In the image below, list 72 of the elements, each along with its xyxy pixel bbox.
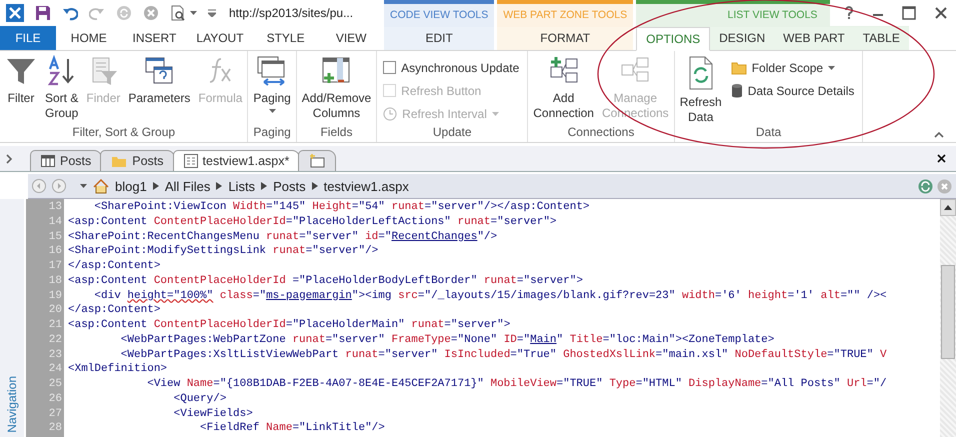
code-line: <SharePoint:RecentChangesMenu runat="server" id="RecentChanges"/> — [67, 230, 498, 244]
code-line: <SharePoint:ViewIcon Width="145" Height="54" runat="server"/></asp:Content> — [93, 201, 591, 215]
code-line: <View Name="{108B1DAB-F2EB-4A07-8E4E-E45CEF2A7171}" MobileView="TRUE" Type="HTML" DisplayName="All Posts" Url="/ — [146, 378, 888, 392]
ribbon-tab[interactable]: EDIT — [384, 26, 494, 50]
breadcrumb-item[interactable]: Lists — [228, 178, 256, 194]
line-number: 19 — [48, 290, 63, 304]
ribbon-tab[interactable]: WEB PART — [774, 26, 854, 50]
group-label: Data — [754, 125, 782, 141]
ribbon-button[interactable]: Add Connection — [530, 55, 597, 125]
code-line: <ViewFields> — [172, 408, 254, 422]
ribbon-tab[interactable]: DESIGN — [710, 26, 774, 50]
breadcrumb-item[interactable]: Posts — [273, 178, 306, 194]
ribbon-button[interactable]: Paging — [250, 55, 294, 125]
code-line: <div height="100%" class="ms-pagemargin"><img src="/_layouts/15/images/blank.gif?rev=23" width='6' height='1' alt="" />< — [93, 290, 888, 304]
breadcrumb-item[interactable]: All Files — [164, 178, 210, 194]
document-tab[interactable]: testview1.aspx* — [172, 150, 300, 171]
group-label: Filter, Sort & Group — [71, 125, 176, 141]
contextual-group-title: CODE VIEW TOOLS — [384, 0, 494, 27]
code-line: </asp:Content> — [67, 304, 162, 318]
ribbon-button[interactable]: Data Source Details — [730, 82, 854, 99]
ribbon-button[interactable]: Add/Remove Columns — [298, 55, 374, 125]
checkbox-option[interactable]: Asynchronous Update — [383, 59, 520, 76]
line-number: 16 — [48, 245, 63, 260]
ribbon-tab[interactable]: OPTIONS — [636, 26, 710, 51]
code-line: <WebPartPages:XsltListViewWebPart runat="server" IsIncluded="True" GhostedXslLink="main.xsl" NoDefaultStyle="TRUE" V — [120, 348, 888, 362]
code-line: <Query/> — [172, 392, 228, 407]
code-line: <asp:Content ContentPlaceHolderId="PlaceHolderMain" runat="server"> — [67, 319, 512, 333]
ribbon-button[interactable]: Parameters — [125, 55, 194, 125]
line-number: 15 — [48, 230, 63, 244]
code-line: <XmlDefinition> — [67, 363, 168, 378]
breadcrumb-item[interactable]: blog1 — [115, 178, 147, 194]
site-url: http://sp2013/sites/pu... — [229, 6, 354, 20]
navigation-pane-label[interactable]: Navigation — [5, 376, 19, 433]
line-number: 26 — [48, 392, 63, 407]
ribbon-tab[interactable]: INSERT — [122, 26, 188, 50]
line-number: 27 — [48, 408, 63, 422]
code-line: <SharePoint:ModifySettingsLink runat="server"/> — [67, 245, 380, 260]
line-number: 18 — [48, 274, 63, 289]
line-number: 17 — [48, 260, 63, 274]
document-tab[interactable]: Posts — [30, 150, 102, 171]
document-tab[interactable]: Posts — [100, 150, 175, 171]
group-label: Connections — [566, 125, 636, 141]
code-line: <FieldRef Name="LinkTitle"/> — [199, 422, 386, 436]
line-number: 25 — [48, 378, 63, 392]
group-label: Update — [432, 125, 473, 141]
line-number: 23 — [48, 348, 63, 362]
ribbon-button[interactable]: Folder Scope — [730, 59, 854, 76]
code-line: </asp:Content> — [67, 260, 162, 274]
code-line: <asp:Content ContentPlaceHolderId="PlaceHolderLeftActions" runat="server"> — [67, 216, 558, 230]
file-tab[interactable]: FILE — [0, 26, 56, 50]
ribbon-tab[interactable]: LAYOUT — [187, 26, 253, 50]
ribbon-button[interactable]: Filter — [2, 55, 40, 125]
line-number: 13 — [48, 201, 63, 215]
contextual-group-title: WEB PART ZONE TOOLS — [497, 0, 634, 27]
code-line: <WebPartPages:WebPartZone runat="server" FrameType="None" ID="Main" Title="loc:Main"><ZoneTemplate> — [120, 334, 776, 348]
line-number: 28 — [48, 422, 63, 436]
group-label: Paging — [252, 125, 292, 141]
breadcrumb-item[interactable]: testview1.aspx — [324, 178, 409, 194]
line-number: 22 — [48, 334, 63, 348]
group-label: Fields — [319, 125, 354, 141]
ribbon-tab[interactable]: TABLE — [854, 26, 909, 50]
line-number: 20 — [48, 304, 63, 318]
ribbon-tab[interactable]: FORMAT — [497, 26, 634, 50]
line-number: 21 — [48, 319, 63, 333]
ribbon-tab[interactable]: HOME — [56, 26, 122, 50]
ribbon-button[interactable]: Sort & Group — [42, 55, 82, 125]
ribbon-tab[interactable]: VIEW — [318, 26, 384, 50]
code-line: <asp:Content ContentPlaceHolderId ="PlaceHolderBodyLeftBorder" runat="server"> — [67, 274, 584, 289]
line-number: 14 — [48, 216, 63, 230]
line-number: 24 — [48, 363, 63, 378]
ribbon-button[interactable]: Refresh Data — [676, 55, 725, 125]
ribbon-tab[interactable]: STYLE — [252, 26, 318, 50]
